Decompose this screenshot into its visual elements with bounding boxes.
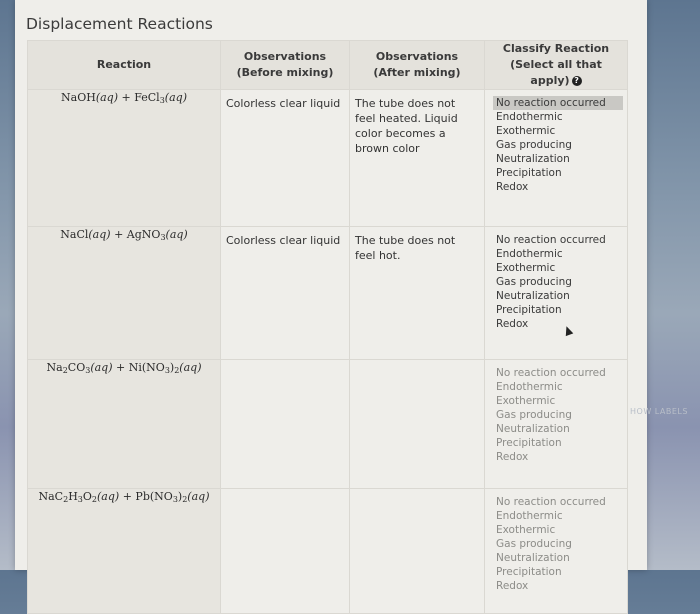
header-before-mixing: Observations (Before mixing) xyxy=(220,40,350,90)
header-after-line2: (After mixing) xyxy=(373,66,461,79)
option-neutralization[interactable]: Neutralization xyxy=(493,152,623,166)
option-gas-producing[interactable]: Gas producing xyxy=(493,138,623,152)
state-aq: (aq) xyxy=(165,228,188,241)
classify-listbox[interactable]: No reaction occurred Endothermic Exother… xyxy=(484,359,628,489)
observation-before-field[interactable] xyxy=(220,359,350,489)
option-endothermic[interactable]: Endothermic xyxy=(493,110,623,124)
reactant-a: NaCl xyxy=(60,228,89,241)
header-reaction: Reaction xyxy=(27,40,221,90)
header-after-line1: Observations xyxy=(375,50,459,63)
table-row: NaOH(aq) + FeCl3(aq) Colorless clear liq… xyxy=(27,89,628,227)
observation-after-field[interactable]: The tube does not feel hot. xyxy=(349,226,485,360)
option-precipitation[interactable]: Precipitation xyxy=(493,166,623,180)
option-exothermic[interactable]: Exothermic xyxy=(493,124,623,138)
show-labels-text: HOW LABELS xyxy=(630,407,688,416)
observation-before-field[interactable]: Colorless clear liquid xyxy=(220,226,350,360)
option-gas-producing[interactable]: Gas producing xyxy=(493,275,623,289)
help-icon[interactable]: ? xyxy=(571,76,582,86)
option-precipitation[interactable]: Precipitation xyxy=(493,436,623,450)
reactions-table: Reaction Observations (Before mixing) Ob… xyxy=(27,40,628,614)
reaction-cell: Na2CO3(aq) + Ni(NO3)2(aq) xyxy=(27,359,221,489)
option-precipitation[interactable]: Precipitation xyxy=(493,303,623,317)
classify-listbox[interactable]: No reaction occurred Endothermic Exother… xyxy=(484,488,628,614)
option-gas-producing[interactable]: Gas producing xyxy=(493,408,623,422)
plus-sign: + xyxy=(122,490,132,503)
option-no-reaction[interactable]: No reaction occurred xyxy=(493,495,623,509)
option-gas-producing[interactable]: Gas producing xyxy=(493,537,623,551)
observation-after-field[interactable] xyxy=(349,488,485,614)
table-row: Na2CO3(aq) + Ni(NO3)2(aq) No reaction oc… xyxy=(27,359,628,489)
header-before-line2: (Before mixing) xyxy=(236,66,334,79)
header-classify-line1: Classify Reaction xyxy=(502,42,610,55)
reaction-cell: NaC2H3O2(aq) + Pb(NO3)2(aq) xyxy=(27,488,221,614)
page-title: Displacement Reactions xyxy=(26,15,213,33)
option-exothermic[interactable]: Exothermic xyxy=(493,261,623,275)
header-classify-line2: (Select all that apply) xyxy=(510,58,602,87)
header-after-mixing: Observations (After mixing) xyxy=(349,40,485,90)
header-before-line1: Observations xyxy=(243,50,327,63)
reactant-a: Na xyxy=(46,361,63,374)
option-endothermic[interactable]: Endothermic xyxy=(493,509,623,523)
reactant-a-part: CO xyxy=(67,361,86,374)
reactant-b: Ni(NO xyxy=(128,361,165,374)
observation-after-field[interactable]: The tube does not feel heated. Liquid co… xyxy=(349,89,485,227)
option-redox[interactable]: Redox xyxy=(493,450,623,464)
app-window: Displacement Reactions Reaction Observat… xyxy=(15,0,647,614)
option-no-reaction[interactable]: No reaction occurred xyxy=(493,366,623,380)
classify-listbox[interactable]: No reaction occurred Endothermic Exother… xyxy=(484,226,628,360)
reactant-a: NaC xyxy=(38,490,64,503)
table-row: NaCl(aq) + AgNO3(aq) Colorless clear liq… xyxy=(27,226,628,360)
state-aq: (aq) xyxy=(179,361,202,374)
state-aq: (aq) xyxy=(90,361,113,374)
option-exothermic[interactable]: Exothermic xyxy=(493,523,623,537)
observation-before-field[interactable] xyxy=(220,488,350,614)
option-exothermic[interactable]: Exothermic xyxy=(493,394,623,408)
table-header-row: Reaction Observations (Before mixing) Ob… xyxy=(27,40,628,90)
state-aq: (aq) xyxy=(187,490,210,503)
reaction-cell: NaCl(aq) + AgNO3(aq) xyxy=(27,226,221,360)
reactant-b: FeCl xyxy=(134,91,160,104)
reactant-b: Pb(NO xyxy=(135,490,173,503)
option-neutralization[interactable]: Neutralization xyxy=(493,551,623,565)
reaction-cell: NaOH(aq) + FeCl3(aq) xyxy=(27,89,221,227)
state-aq: (aq) xyxy=(88,228,111,241)
state-aq: (aq) xyxy=(95,91,118,104)
option-no-reaction[interactable]: No reaction occurred xyxy=(493,96,623,110)
plus-sign: + xyxy=(121,91,131,104)
reactant-a-part: H xyxy=(68,490,78,503)
option-no-reaction[interactable]: No reaction occurred xyxy=(493,233,623,247)
option-endothermic[interactable]: Endothermic xyxy=(493,380,623,394)
option-redox[interactable]: Redox xyxy=(493,579,623,593)
option-precipitation[interactable]: Precipitation xyxy=(493,565,623,579)
option-neutralization[interactable]: Neutralization xyxy=(493,422,623,436)
state-aq: (aq) xyxy=(97,490,120,503)
option-redox[interactable]: Redox xyxy=(493,180,623,194)
observation-after-field[interactable] xyxy=(349,359,485,489)
reactant-a-part: O xyxy=(82,490,92,503)
table-row: NaC2H3O2(aq) + Pb(NO3)2(aq) No reaction … xyxy=(27,488,628,614)
header-classify: Classify Reaction (Select all that apply… xyxy=(484,40,628,90)
plus-sign: + xyxy=(116,361,126,374)
option-redox[interactable]: Redox xyxy=(493,317,623,331)
plus-sign: + xyxy=(114,228,124,241)
header-reaction-label: Reaction xyxy=(96,58,152,71)
reactant-a: NaOH xyxy=(61,91,96,104)
observation-before-field[interactable]: Colorless clear liquid xyxy=(220,89,350,227)
state-aq: (aq) xyxy=(164,91,187,104)
classify-listbox[interactable]: No reaction occurred Endothermic Exother… xyxy=(484,89,628,227)
reactant-b: AgNO xyxy=(126,228,161,241)
option-endothermic[interactable]: Endothermic xyxy=(493,247,623,261)
option-neutralization[interactable]: Neutralization xyxy=(493,289,623,303)
